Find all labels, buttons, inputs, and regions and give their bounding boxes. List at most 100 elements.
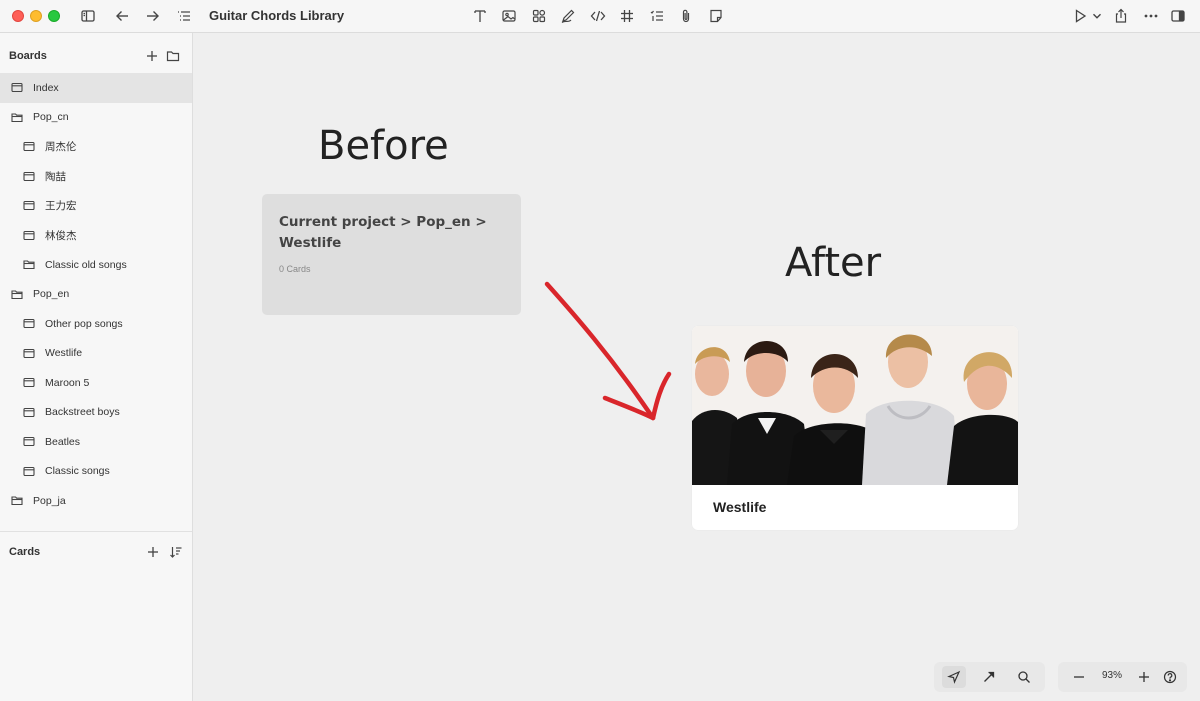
close-window-button[interactable] — [12, 10, 24, 22]
sidebar-item-label: Westlife — [45, 347, 83, 360]
before-card-count: 0 Cards — [279, 264, 311, 274]
search-tool-button[interactable] — [1012, 666, 1036, 688]
folder-icon — [11, 287, 25, 301]
add-board-button[interactable] — [144, 48, 160, 64]
share-icon[interactable] — [1111, 6, 1131, 26]
zoom-window-button[interactable] — [48, 10, 60, 22]
sidebar-item-label: Beatles — [45, 435, 81, 448]
red-arrow-annotation[interactable] — [533, 278, 683, 428]
before-heading[interactable]: Before — [318, 123, 449, 169]
text-icon[interactable] — [470, 6, 490, 26]
search-icon — [1018, 671, 1030, 683]
sidebar-item-label: 林俊杰 — [45, 229, 77, 242]
after-heading[interactable]: After — [785, 240, 881, 286]
band-photo — [692, 326, 1018, 485]
sidebar-item[interactable]: Index — [0, 73, 192, 103]
more-icon[interactable] — [1141, 6, 1161, 26]
plus-icon — [148, 547, 158, 557]
minus-icon — [1074, 676, 1084, 678]
board-canvas[interactable]: Before Current project > Pop_en > Westli… — [193, 33, 1200, 701]
minimize-window-button[interactable] — [30, 10, 42, 22]
sidebar-item[interactable]: 林俊杰 — [0, 221, 192, 251]
board-icon — [23, 199, 37, 213]
sidebar-item-label: 陶喆 — [45, 170, 66, 183]
sidebar-item[interactable]: Classic songs — [0, 457, 192, 487]
outline-icon[interactable] — [174, 6, 194, 26]
attachment-icon[interactable] — [676, 6, 696, 26]
boards-list: Index Pop_cn 周杰伦陶喆王力宏林俊杰 Classic old songs P… — [0, 73, 192, 516]
title-bar: Guitar Chords Library — [0, 0, 1200, 33]
zoom-in-button[interactable] — [1132, 666, 1156, 688]
inspector-icon[interactable] — [1168, 6, 1188, 26]
before-card-title: Current project > Pop_en > Westlife — [279, 214, 487, 251]
boards-section-header: Boards — [9, 50, 47, 62]
board-icon — [23, 464, 37, 478]
sidebar-item[interactable]: Westlife — [0, 339, 192, 369]
help-icon — [1163, 670, 1177, 684]
sidebar-divider — [0, 531, 192, 532]
sidebar-item[interactable]: Pop_ja — [0, 486, 192, 516]
sidebar-item[interactable]: Pop_cn — [0, 103, 192, 133]
sidebar-item-label: Classic old songs — [45, 258, 127, 271]
zoom-controls: 93% — [1058, 662, 1187, 692]
checklist-icon[interactable] — [647, 6, 667, 26]
board-icon — [23, 317, 37, 331]
help-button[interactable] — [1158, 666, 1182, 688]
back-arrow-icon[interactable] — [112, 6, 132, 26]
sidebar: Boards Index Pop_cn 周杰伦陶喆王力宏林俊杰 Classic old… — [0, 33, 193, 701]
add-folder-button[interactable] — [165, 48, 181, 64]
folder-icon — [11, 494, 25, 508]
board-icon — [11, 81, 25, 95]
components-icon[interactable] — [529, 6, 549, 26]
zoom-out-button[interactable] — [1067, 666, 1091, 688]
canvas-tools — [934, 662, 1045, 692]
cards-section-header: Cards — [9, 546, 41, 558]
sidebar-toggle-icon[interactable] — [78, 6, 98, 26]
sidebar-item-label: Other pop songs — [45, 317, 123, 330]
sidebar-item-label: Pop_en — [33, 288, 70, 301]
connector-arrow-icon — [984, 671, 995, 682]
sort-icon — [170, 547, 182, 558]
plus-icon — [1139, 672, 1149, 682]
sidebar-item-label: Backstreet boys — [45, 406, 120, 419]
sidebar-item-label: Pop_cn — [33, 111, 69, 124]
sidebar-item-label: Pop_ja — [33, 494, 66, 507]
after-card[interactable]: Westlife — [692, 326, 1018, 530]
sidebar-item[interactable]: Pop_en — [0, 280, 192, 310]
code-icon[interactable] — [588, 6, 608, 26]
sidebar-item[interactable]: Classic old songs — [0, 250, 192, 280]
connector-tool-button[interactable] — [977, 666, 1001, 688]
before-card[interactable]: Current project > Pop_en > Westlife 0 Ca… — [262, 194, 521, 315]
board-icon — [23, 169, 37, 183]
sidebar-item[interactable]: 周杰伦 — [0, 132, 192, 162]
sticky-note-icon[interactable] — [706, 6, 726, 26]
sidebar-item[interactable]: 陶喆 — [0, 162, 192, 192]
chevron-down-icon[interactable] — [1090, 6, 1104, 26]
add-card-button[interactable] — [145, 544, 161, 560]
sidebar-item-label: 周杰伦 — [45, 141, 77, 154]
sidebar-item[interactable]: Other pop songs — [0, 309, 192, 339]
sidebar-item-label: Maroon 5 — [45, 376, 90, 389]
folder-icon — [11, 110, 25, 124]
pointer-icon — [947, 670, 961, 684]
forward-arrow-icon[interactable] — [143, 6, 163, 26]
board-icon — [23, 435, 37, 449]
board-icon — [23, 228, 37, 242]
app-title: Guitar Chords Library — [209, 8, 345, 23]
folder-icon — [23, 258, 37, 272]
folder-icon — [166, 51, 180, 62]
sidebar-item[interactable]: 王力宏 — [0, 191, 192, 221]
sidebar-item[interactable]: Beatles — [0, 427, 192, 457]
board-icon — [23, 376, 37, 390]
image-icon[interactable] — [499, 6, 519, 26]
pen-icon[interactable] — [558, 6, 578, 26]
zoom-level[interactable]: 93% — [1102, 670, 1122, 681]
pointer-tool-button[interactable] — [942, 666, 966, 688]
board-icon — [23, 346, 37, 360]
grid-icon[interactable] — [617, 6, 637, 26]
plus-icon — [147, 51, 157, 61]
sort-cards-button[interactable] — [168, 544, 184, 560]
sidebar-item[interactable]: Backstreet boys — [0, 398, 192, 428]
play-icon[interactable] — [1070, 6, 1090, 26]
sidebar-item[interactable]: Maroon 5 — [0, 368, 192, 398]
